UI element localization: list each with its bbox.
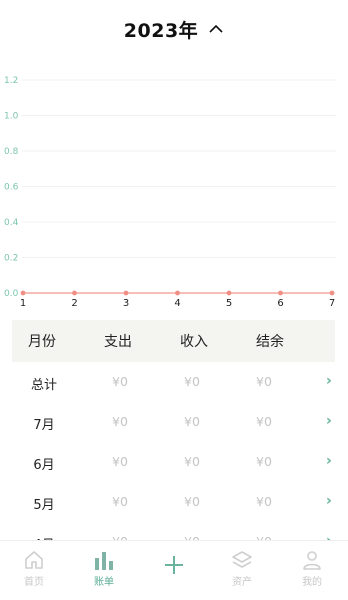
y-tick-label: 0.6 <box>4 183 19 193</box>
nav-label-home: 首页 <box>24 577 44 588</box>
chevron-right-icon[interactable]: › <box>326 493 332 509</box>
table-header: 月份 支出 收入 结余 <box>12 320 335 362</box>
nav-bills[interactable]: 账单 <box>74 549 134 588</box>
x-tick-label: 6 <box>277 298 283 309</box>
bottom-nav: 首页 账单 资产 我的 <box>0 540 348 600</box>
y-tick-label: 0.2 <box>4 254 18 264</box>
data-point <box>329 290 335 296</box>
layers-icon <box>232 551 252 568</box>
row-income: ¥0 <box>184 374 200 389</box>
nav-me[interactable]: 我的 <box>282 549 342 588</box>
row-expense: ¥0 <box>112 494 128 509</box>
table-row[interactable]: 6月 ¥0 ¥0 ¥0 › <box>0 442 348 482</box>
row-month: 总计 <box>30 378 57 393</box>
x-tick-label: 7 <box>329 298 335 309</box>
table-row[interactable]: 5月 ¥0 ¥0 ¥0 › <box>0 482 348 522</box>
row-expense: ¥0 <box>112 414 128 429</box>
x-tick-label: 4 <box>174 298 180 309</box>
x-tick-label: 3 <box>123 298 129 309</box>
row-income: ¥0 <box>184 414 200 429</box>
col-header-expense: 支出 <box>104 334 132 350</box>
y-tick-label: 0.4 <box>4 218 19 228</box>
bar-chart-icon <box>95 552 113 570</box>
row-balance: ¥0 <box>256 454 272 469</box>
data-point <box>175 290 180 296</box>
user-icon <box>303 551 321 570</box>
data-point <box>123 290 129 296</box>
y-tick-label: 1.0 <box>4 112 19 122</box>
col-header-income: 收入 <box>180 334 208 350</box>
table-row-total[interactable]: 总计 ¥0 ¥0 ¥0 › <box>0 362 348 402</box>
y-tick-label: 0.0 <box>4 289 19 299</box>
col-header-balance: 结余 <box>256 334 284 350</box>
x-tick-label: 5 <box>226 298 232 309</box>
chevron-right-icon[interactable]: › <box>326 373 332 389</box>
row-month: 5月 <box>33 498 55 513</box>
month-list: 总计 ¥0 ¥0 ¥0 › 7月 ¥0 ¥0 ¥0 › 6月 ¥0 ¥0 ¥0 … <box>0 362 348 540</box>
chevron-right-icon[interactable]: › <box>326 533 332 540</box>
data-point <box>20 290 26 296</box>
page-header: 2023年 <box>0 0 348 58</box>
y-tick-label: 0.8 <box>4 147 19 157</box>
table-row[interactable]: 7月 ¥0 ¥0 ¥0 › <box>0 402 348 442</box>
year-selector-label[interactable]: 2023年 <box>124 16 198 43</box>
nav-home[interactable]: 首页 <box>4 549 64 588</box>
nav-label-me: 我的 <box>302 577 322 588</box>
row-balance: ¥0 <box>256 414 272 429</box>
chevron-up-icon[interactable] <box>208 21 224 37</box>
data-point <box>72 290 77 296</box>
annual-chart: 0.0 0.2 0.4 0.6 0.8 1.0 1.2 1 2 3 4 5 6 7 <box>4 76 336 309</box>
row-balance: ¥0 <box>256 374 272 389</box>
chevron-right-icon[interactable]: › <box>326 453 332 469</box>
row-month: 6月 <box>33 458 55 473</box>
row-expense: ¥0 <box>112 374 128 389</box>
x-tick-label: 1 <box>20 298 26 309</box>
table-row[interactable]: 4月 ¥0 ¥0 ¥0 › <box>0 522 348 540</box>
nav-assets[interactable]: 资产 <box>212 549 272 588</box>
row-balance: ¥0 <box>256 494 272 509</box>
home-icon <box>25 551 43 569</box>
chevron-right-icon[interactable]: › <box>326 413 332 429</box>
col-header-month: 月份 <box>28 334 56 350</box>
nav-label-bills: 账单 <box>94 577 114 588</box>
row-income: ¥0 <box>184 454 200 469</box>
nav-add[interactable] <box>144 549 204 576</box>
data-point <box>226 290 232 296</box>
row-month: 7月 <box>33 418 55 433</box>
plus-icon <box>165 556 183 574</box>
row-income: ¥0 <box>184 494 200 509</box>
x-tick-label: 2 <box>71 298 77 309</box>
data-point <box>278 290 283 296</box>
nav-label-assets: 资产 <box>232 577 252 588</box>
y-tick-label: 1.2 <box>4 76 18 86</box>
row-expense: ¥0 <box>112 454 128 469</box>
